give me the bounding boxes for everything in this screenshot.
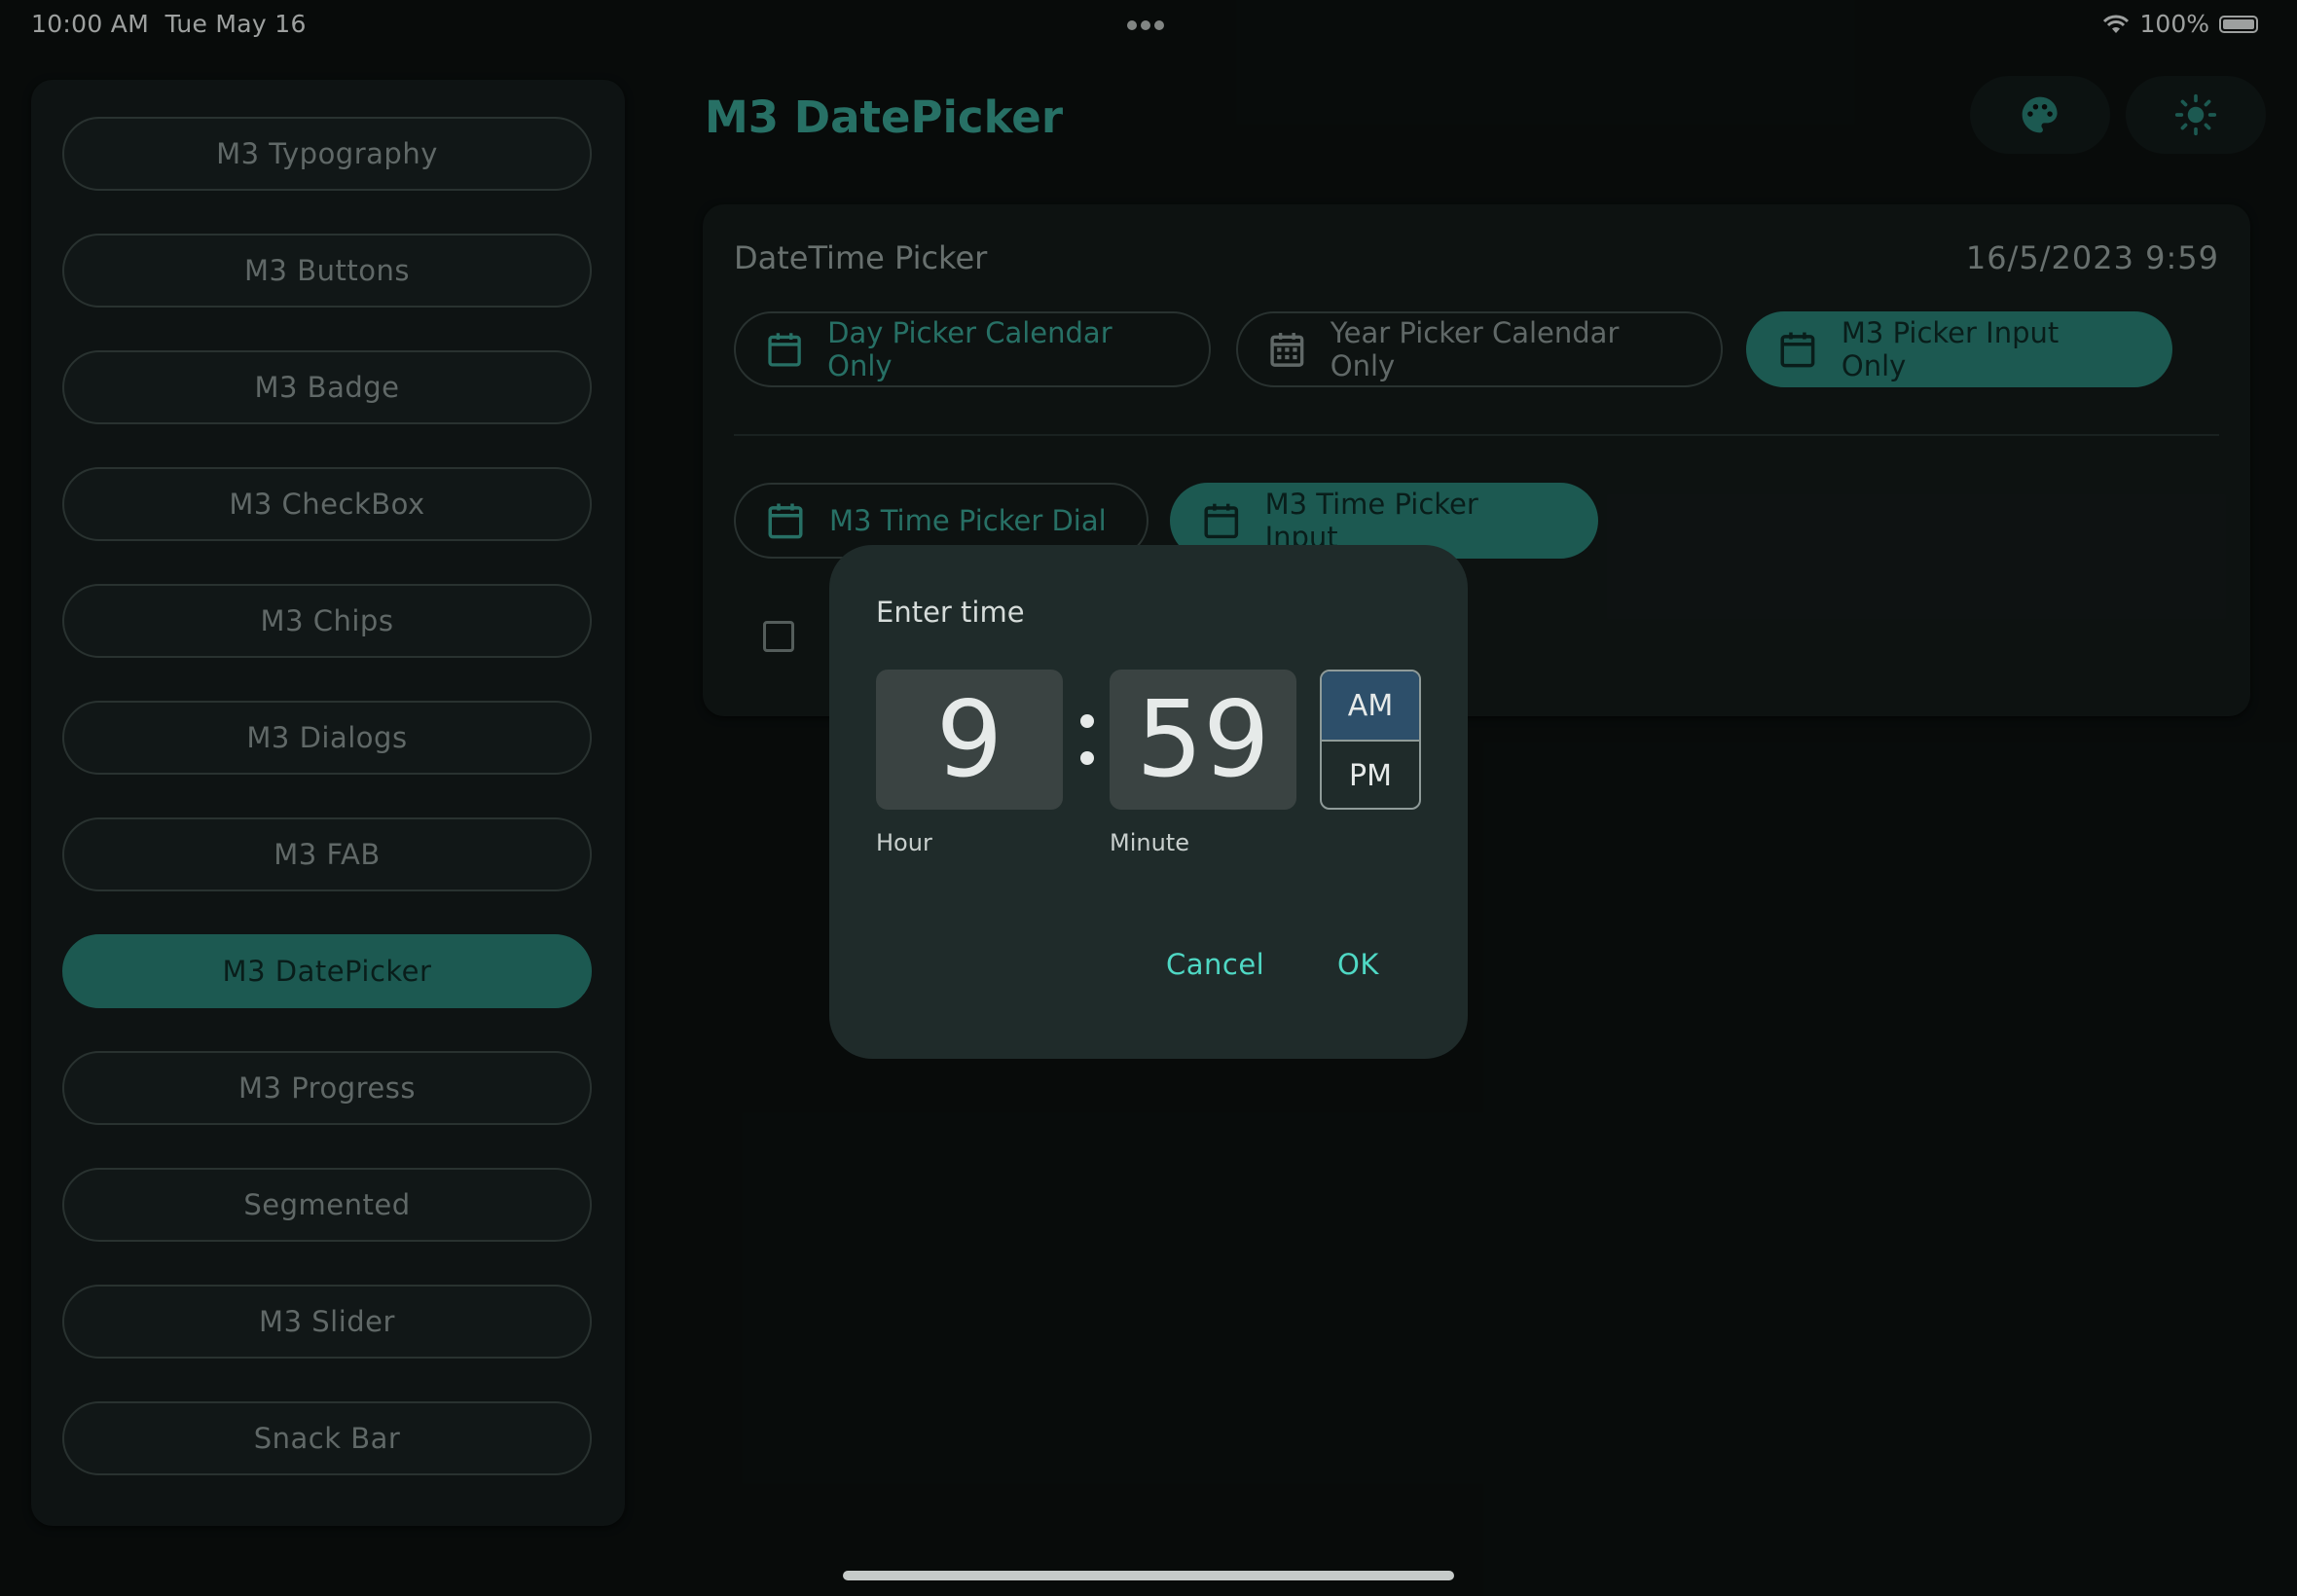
minute-input[interactable]: 59 <box>1110 670 1296 810</box>
minute-label: Minute <box>1110 829 1189 856</box>
hour-input[interactable]: 9 <box>876 670 1063 810</box>
home-indicator[interactable] <box>843 1571 1454 1580</box>
ok-button[interactable]: OK <box>1337 948 1379 981</box>
hour-label: Hour <box>876 829 932 856</box>
cancel-button[interactable]: Cancel <box>1166 948 1264 981</box>
time-input-dialog: Enter time 9 59 AM PM Hour Minute Cancel… <box>829 545 1468 1059</box>
period-selector: AM PM <box>1320 670 1421 810</box>
am-toggle[interactable]: AM <box>1322 671 1419 742</box>
time-separator <box>1075 670 1098 810</box>
pm-toggle[interactable]: PM <box>1322 742 1419 808</box>
dialog-title: Enter time <box>876 596 1025 629</box>
